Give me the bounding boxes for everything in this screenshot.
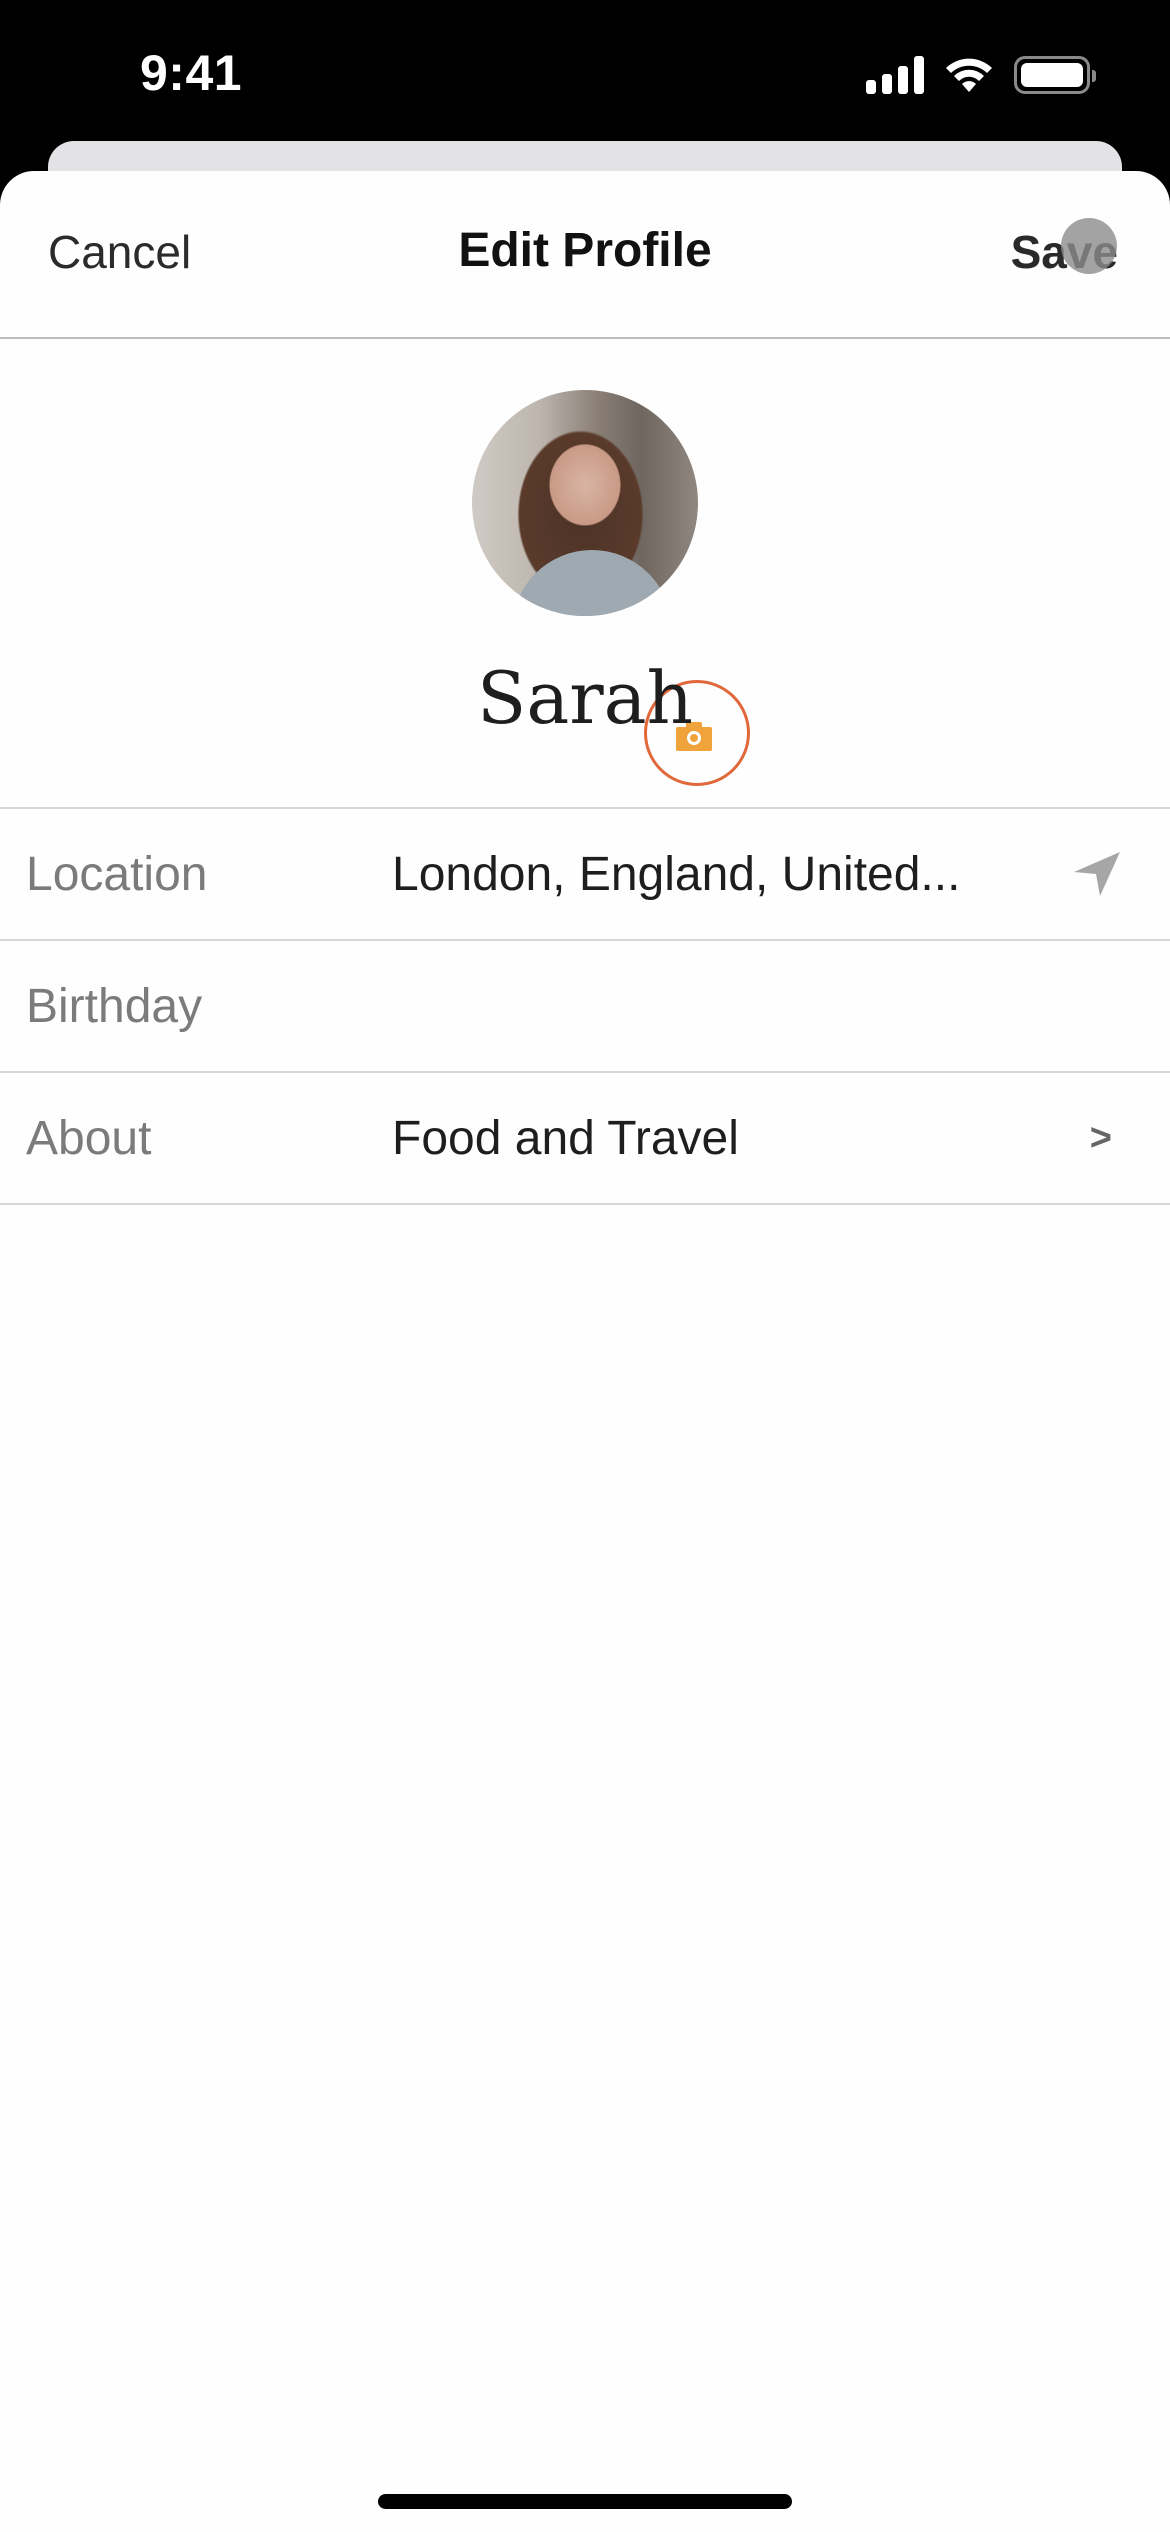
cellular-signal-icon [866, 56, 924, 94]
profile-name: Sarah [477, 656, 693, 740]
status-bar: 9:41 [0, 0, 1170, 140]
home-indicator[interactable] [378, 2494, 792, 2509]
battery-icon [1014, 56, 1096, 94]
field-label: Location [26, 847, 208, 901]
wifi-icon [946, 58, 992, 92]
page-title: Edit Profile [458, 224, 712, 277]
nav-bar: Cancel Edit Profile Save [0, 171, 1170, 339]
avatar[interactable] [472, 390, 698, 616]
location-value[interactable]: London, England, United... [392, 847, 960, 902]
edit-profile-sheet: Cancel Edit Profile Save Sarah Location … [0, 171, 1170, 2532]
chevron-right-icon[interactable]: > [1090, 1117, 1112, 1160]
profile-photo [472, 390, 698, 616]
status-time: 9:41 [140, 45, 243, 101]
field-birthday[interactable]: Birthday [0, 941, 1170, 1073]
field-label: Birthday [26, 979, 203, 1033]
field-about[interactable]: About Food and Travel > [0, 1073, 1170, 1205]
profile-header: Sarah [0, 339, 1170, 809]
about-value[interactable]: Food and Travel [392, 1111, 739, 1166]
status-icons [866, 56, 1096, 94]
location-arrow-icon[interactable] [1070, 846, 1126, 902]
field-label: About [26, 1111, 152, 1165]
touch-indicator [1061, 218, 1117, 274]
field-location[interactable]: Location London, England, United... [0, 809, 1170, 941]
